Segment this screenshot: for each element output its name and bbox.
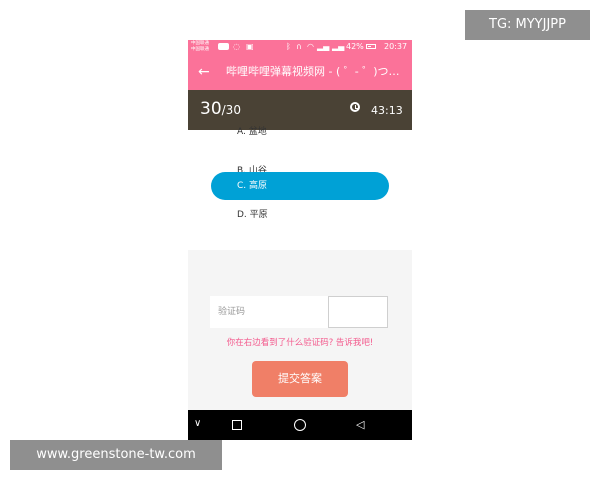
android-nav-bar: ∨ ◁ xyxy=(188,410,412,440)
option-d[interactable]: D. 平原 xyxy=(211,201,389,229)
signal-icon-2: ▂▄ xyxy=(332,42,345,51)
app-bar: ← 哔哩哔哩弹幕视频网 - ( ゜- ゜)つロ 乾杯~ xyxy=(188,54,412,90)
notification-icon: ◌ xyxy=(233,42,240,51)
page-title: 哔哩哔哩弹幕视频网 - ( ゜- ゜)つロ 乾杯~ xyxy=(226,65,408,78)
option-a[interactable]: A. 盆地 xyxy=(211,118,389,146)
captcha-image[interactable] xyxy=(328,296,388,328)
chat-notification-icon xyxy=(218,43,229,50)
nav-overview-icon[interactable] xyxy=(232,420,242,430)
captcha-input[interactable] xyxy=(210,296,328,328)
captcha-panel: 你在右边看到了什么验证码? 告诉我吧! 提交答案 xyxy=(188,250,412,410)
submit-answer-button[interactable]: 提交答案 xyxy=(252,361,348,397)
headset-icon: ∩ xyxy=(296,42,302,51)
option-c-selected[interactable]: C. 高原 xyxy=(211,172,389,200)
status-time: 20:37 xyxy=(384,42,408,51)
signal-icon: ▂▄ xyxy=(317,42,330,51)
alarm-clock-icon xyxy=(350,102,360,112)
nav-back-icon[interactable]: ∨ xyxy=(194,417,201,431)
battery-icon xyxy=(366,44,376,49)
current-question-number: 30 xyxy=(200,99,222,119)
wifi-icon: ◠ xyxy=(307,42,314,51)
battery-percent: 42% xyxy=(346,42,364,51)
carrier-label: 中国联通 中国联通 xyxy=(191,41,209,52)
nav-recent-icon[interactable]: ◁ xyxy=(356,419,364,431)
back-arrow-icon[interactable]: ← xyxy=(198,62,210,82)
telegram-watermark: TG: MYYJJPP xyxy=(465,10,590,40)
nav-home-icon[interactable] xyxy=(294,419,306,431)
bluetooth-icon: ᛒ xyxy=(286,42,291,51)
total-questions: /30 xyxy=(221,103,241,117)
bilibili-notification-icon: ▣ xyxy=(246,42,254,51)
phone-screen: 中国联通 中国联通 ◌ ▣ ᛒ ∩ ◠ ▂▄ ▂▄ 42% 20:37 ← 哔哩… xyxy=(188,40,412,440)
site-watermark: www.greenstone-tw.com xyxy=(10,440,222,470)
captcha-hint: 你在右边看到了什么验证码? 告诉我吧! xyxy=(226,338,374,348)
status-bar: 中国联通 中国联通 ◌ ▣ ᛒ ∩ ◠ ▂▄ ▂▄ 42% 20:37 xyxy=(188,40,412,54)
